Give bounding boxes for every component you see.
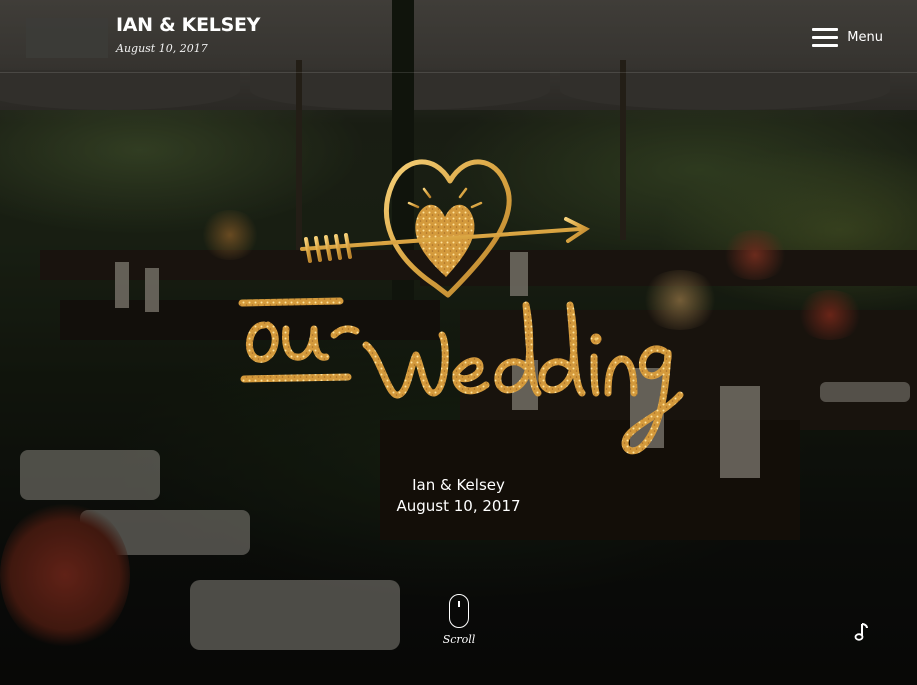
menu-label: Menu bbox=[847, 29, 883, 45]
logo-placeholder[interactable] bbox=[26, 18, 108, 58]
hamburger-icon bbox=[812, 27, 839, 47]
scroll-indicator[interactable]: Scroll bbox=[438, 594, 480, 646]
menu-button[interactable]: Menu bbox=[812, 26, 883, 48]
site-date: August 10, 2017 bbox=[116, 42, 208, 55]
heart-rays bbox=[407, 181, 483, 209]
couple-names: Ian & Kelsey bbox=[412, 476, 505, 494]
site-title[interactable]: IAN & KELSEY bbox=[116, 14, 260, 36]
scroll-label: Scroll bbox=[442, 633, 476, 646]
site-header: IAN & KELSEY August 10, 2017 Menu bbox=[0, 0, 917, 73]
mouse-icon bbox=[449, 594, 469, 628]
music-toggle-button[interactable] bbox=[850, 620, 874, 644]
music-note-icon bbox=[854, 623, 868, 641]
wedding-landing-page: IAN & KELSEY August 10, 2017 Menu Ian & … bbox=[0, 0, 917, 685]
wedding-date: August 10, 2017 bbox=[396, 497, 521, 515]
our-wedding-artwork bbox=[238, 159, 684, 455]
artwork-lettering bbox=[238, 297, 684, 455]
